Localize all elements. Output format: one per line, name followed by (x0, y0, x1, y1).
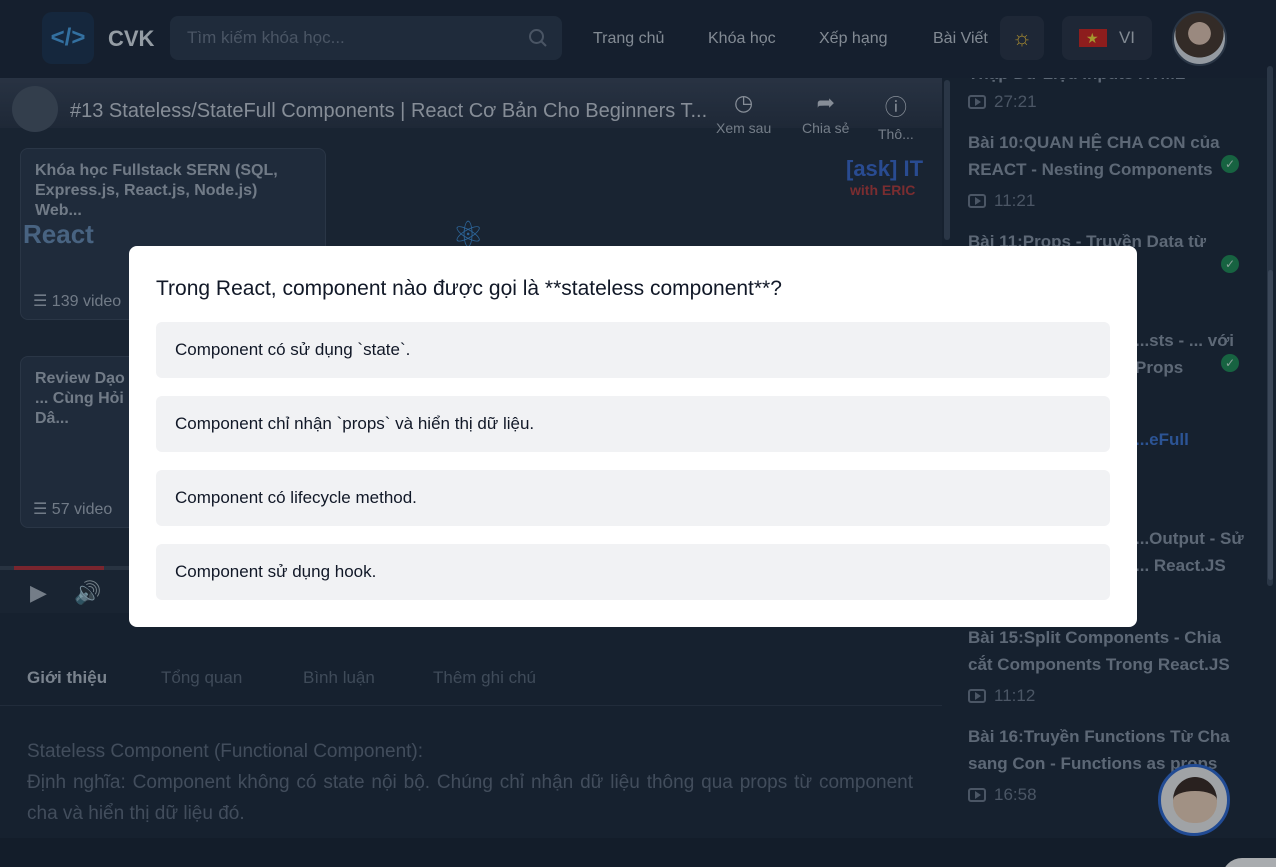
quiz-modal: Trong React, component nào được gọi là *… (129, 246, 1137, 627)
quiz-option-3[interactable]: Component có lifecycle method. (156, 470, 1110, 526)
app-root: </> CVK Tìm kiếm khóa học... Trang chủ K… (0, 0, 1276, 867)
quiz-question: Trong React, component nào được gọi là *… (156, 277, 782, 300)
quiz-option-1[interactable]: Component có sử dụng `state`. (156, 322, 1110, 378)
quiz-option-4[interactable]: Component sử dụng hook. (156, 544, 1110, 600)
quiz-option-2[interactable]: Component chỉ nhận `props` và hiển thị d… (156, 396, 1110, 452)
